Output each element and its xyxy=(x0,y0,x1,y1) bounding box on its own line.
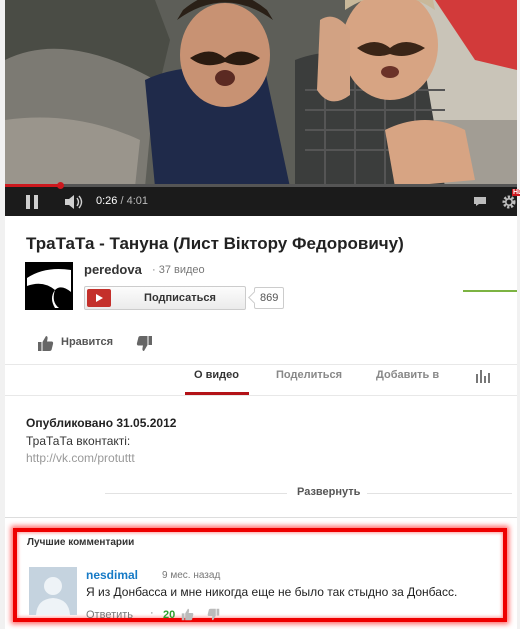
channel-name[interactable]: peredova xyxy=(84,262,142,277)
tab-add-to[interactable]: Добавить в xyxy=(376,369,439,381)
subscribe-label: Подписаться xyxy=(144,292,216,304)
comment-like-count: 20 xyxy=(163,609,176,621)
time-separator: / xyxy=(120,195,124,207)
captions-icon[interactable] xyxy=(473,196,487,207)
video-count: · 37 видео xyxy=(152,264,205,276)
expand-button[interactable]: Развернуть xyxy=(293,486,365,498)
divider xyxy=(5,395,517,396)
hd-badge: HD xyxy=(512,189,520,196)
progress-handle[interactable] xyxy=(57,182,65,189)
comment-time[interactable]: 9 мес. назад xyxy=(162,570,220,581)
stats-icon[interactable] xyxy=(476,370,490,383)
expand-divider-right xyxy=(367,493,512,494)
video-frame[interactable] xyxy=(5,0,517,187)
tab-about[interactable]: О видео xyxy=(194,369,239,381)
comment-avatar[interactable] xyxy=(29,567,77,615)
reply-button[interactable]: Ответить xyxy=(86,609,133,621)
default-user-icon xyxy=(29,567,77,615)
divider xyxy=(5,364,517,365)
youtube-play-icon xyxy=(87,289,111,307)
comment-text: Я из Донбасса и мне никогда еще не было … xyxy=(86,585,458,599)
progress-fill xyxy=(5,184,61,187)
gear-icon[interactable] xyxy=(501,194,517,210)
duration: 4:01 xyxy=(126,195,149,207)
player-controls: 0:26 / 4:01 HD xyxy=(5,182,520,216)
time-display: 0:26 / 4:01 xyxy=(96,195,148,207)
expand-divider-left xyxy=(105,493,287,494)
like-ratio-bar xyxy=(463,290,517,292)
like-button[interactable]: Нравится xyxy=(37,335,113,353)
current-time: 0:26 xyxy=(96,195,118,207)
separator-dot: · xyxy=(150,607,154,619)
thumbs-up-icon[interactable] xyxy=(181,608,194,621)
publish-date: Опубликовано 31.05.2012 xyxy=(26,416,177,430)
divider xyxy=(5,517,517,518)
description-link[interactable]: http://vk.com/protuttt xyxy=(26,451,135,465)
like-label: Нравится xyxy=(61,336,114,348)
video-title: ТраТаТа - Тануна (Лист Віктору Федорович… xyxy=(26,234,404,253)
progress-bar[interactable] xyxy=(5,182,517,189)
comments-heading: Лучшие комментарии xyxy=(27,537,135,548)
pause-icon[interactable] xyxy=(25,195,39,209)
subscriber-count: 869 xyxy=(254,287,285,309)
comment-author[interactable]: nesdimal xyxy=(86,568,138,582)
thumbs-down-icon[interactable] xyxy=(207,608,220,621)
watch-page: 0:26 / 4:01 HD ТраТаТа - Тануна (Лист Ві… xyxy=(5,0,520,629)
thumbs-down-icon[interactable] xyxy=(136,335,153,352)
thumbs-up-icon xyxy=(38,336,54,351)
channel-logo-icon xyxy=(25,262,73,310)
tab-share[interactable]: Поделиться xyxy=(276,369,342,381)
subscribe-button[interactable]: Подписаться xyxy=(84,286,246,310)
video-still-image xyxy=(5,0,517,187)
volume-icon[interactable] xyxy=(63,194,85,210)
description-text: ТраТаТа вконтакті: xyxy=(26,434,131,448)
channel-avatar[interactable] xyxy=(25,262,73,310)
